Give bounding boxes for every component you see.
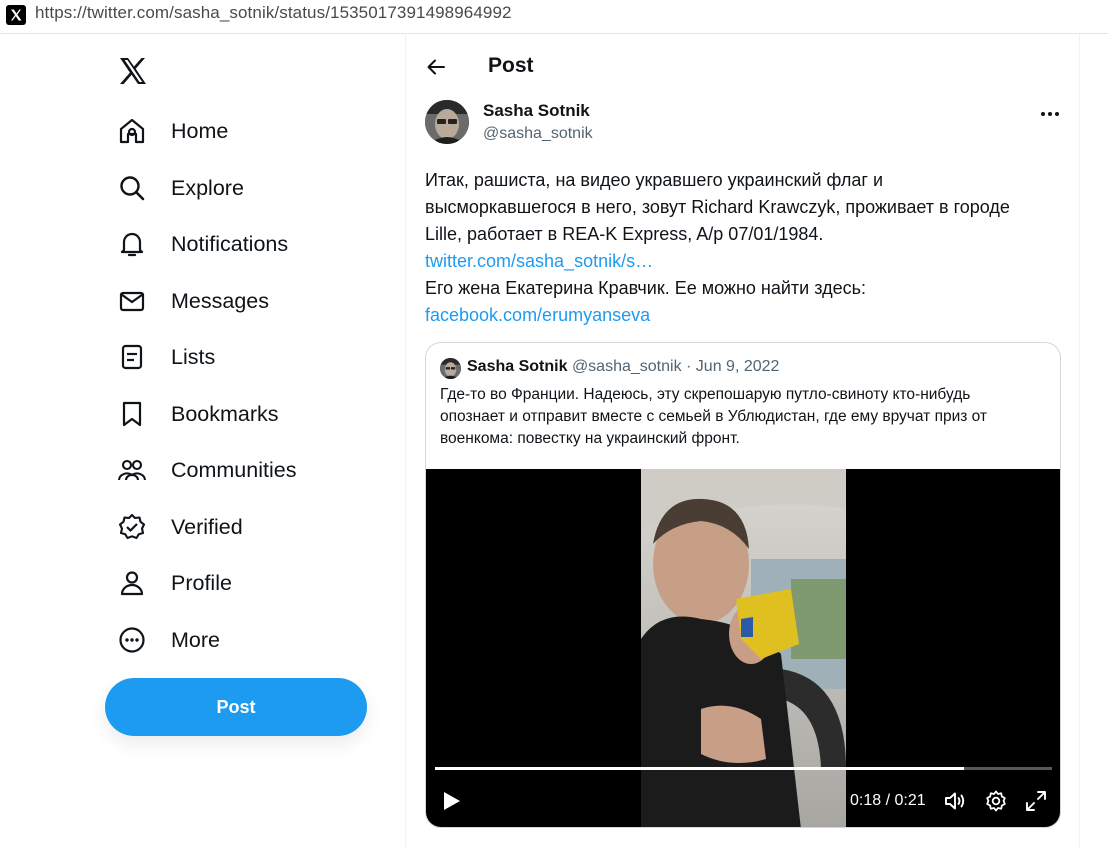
quoted-tweet-date[interactable]: Jun 9, 2022 (696, 358, 780, 375)
sidebar-item-messages[interactable]: Messages (108, 277, 269, 325)
sidebar-item-label: Notifications (171, 231, 289, 256)
play-icon[interactable] (440, 790, 462, 812)
video-frame (641, 469, 846, 827)
sidebar-item-home[interactable]: Home (108, 107, 228, 155)
quoted-tweet[interactable]: Sasha Sotnik @sasha_sotnik · Jun 9, 2022… (425, 342, 1061, 828)
x-logo-icon[interactable] (117, 55, 149, 87)
sidebar-item-label: Profile (171, 570, 232, 595)
avatar[interactable] (425, 100, 469, 144)
sidebar-item-verified[interactable]: Verified (108, 503, 243, 551)
sidebar-item-explore[interactable]: Explore (108, 164, 244, 212)
quoted-author-handle[interactable]: @sasha_sotnik (572, 358, 682, 375)
tweet-text-line: Итак, рашиста, на видео укравшего украин… (425, 170, 884, 190)
sidebar-item-bookmarks[interactable]: Bookmarks (108, 390, 279, 438)
more-dots-icon (1041, 112, 1045, 116)
tweet-text-line: высморкавшегося в него, зовут Richard Kr… (425, 197, 1010, 217)
sidebar-item-label: More (171, 627, 220, 652)
author-handle[interactable]: @sasha_sotnik (483, 125, 593, 143)
avatar[interactable] (440, 358, 461, 379)
fullscreen-icon[interactable] (1024, 789, 1048, 813)
x-favicon-icon (6, 5, 26, 25)
sidebar-item-label: Home (171, 118, 229, 143)
back-arrow-icon[interactable] (424, 55, 448, 79)
more-circle-icon (108, 624, 158, 656)
post-button[interactable]: Post (105, 678, 367, 736)
sidebar-item-label: Bookmarks (171, 401, 279, 426)
main-column: Post Sasha Sotnik @sasha_sotnik Итак, ра… (406, 35, 1079, 848)
verified-badge-icon (108, 511, 158, 543)
search-icon (108, 172, 158, 204)
separator-dot: · (681, 358, 696, 375)
page-title: Post (488, 54, 534, 77)
envelope-icon (108, 285, 158, 317)
quoted-text-line: военкома: повестку на украинский фронт. (440, 430, 740, 447)
sidebar-item-notifications[interactable]: Notifications (108, 220, 288, 268)
quoted-tweet-header: Sasha Sotnik @sasha_sotnik · Jun 9, 2022 (467, 358, 779, 376)
more-dots-icon (1055, 112, 1059, 116)
sidebar-item-label: Explore (171, 175, 244, 200)
author-name[interactable]: Sasha Sotnik (483, 101, 590, 121)
video-progress-bar[interactable] (435, 767, 1052, 770)
list-icon (108, 341, 158, 373)
tweet-text: Итак, рашиста, на видео укравшего украин… (425, 167, 1065, 329)
sidebar-item-communities[interactable]: Communities (108, 446, 296, 494)
sidebar-item-label: Lists (171, 344, 216, 369)
sidebar-item-lists[interactable]: Lists (108, 333, 215, 381)
bell-icon (108, 228, 158, 260)
url-text[interactable]: https://twitter.com/sasha_sotnik/status/… (35, 3, 512, 23)
quoted-author-name[interactable]: Sasha Sotnik (467, 358, 567, 375)
sidebar-item-label: Verified (171, 514, 243, 539)
settings-gear-icon[interactable] (984, 789, 1008, 813)
tweet-text-line: Его жена Екатерина Кравчик. Ее можно най… (425, 278, 866, 298)
tweet-link-twitter[interactable]: twitter.com/sasha_sotnik/s… (425, 248, 1065, 275)
browser-address-bar[interactable]: https://twitter.com/sasha_sotnik/status/… (0, 0, 1108, 34)
tweet-link-facebook[interactable]: facebook.com/erumyanseva (425, 302, 1065, 329)
more-dots-icon (1048, 112, 1052, 116)
volume-icon[interactable] (943, 789, 967, 813)
bookmark-icon (108, 398, 158, 430)
column-divider (1079, 35, 1080, 848)
quoted-text-line: опознает и отправит вместе с семьей в Уб… (440, 408, 988, 425)
sidebar-item-profile[interactable]: Profile (108, 559, 232, 607)
sidebar-item-label: Communities (171, 457, 297, 482)
home-icon (108, 115, 158, 147)
quoted-text-line: Где-то во Франции. Надеюсь, эту скрепоша… (440, 386, 971, 403)
sidebar-item-label: Messages (171, 288, 269, 313)
quoted-tweet-text: Где-то во Франции. Надеюсь, эту скрепоша… (440, 384, 1050, 450)
video-player[interactable]: 0:18 / 0:21 (426, 469, 1060, 827)
sidebar-item-more[interactable]: More (108, 616, 220, 664)
people-icon (108, 454, 158, 486)
sidebar: Home Explore Notifications Messages List… (0, 35, 405, 848)
more-options-button[interactable] (1038, 102, 1062, 126)
tweet-text-line: Lille, работает в REA-K Express, A/p 07/… (425, 224, 824, 244)
video-progress-fill (435, 767, 964, 770)
video-time: 0:18 / 0:21 (850, 792, 926, 809)
person-icon (108, 567, 158, 599)
